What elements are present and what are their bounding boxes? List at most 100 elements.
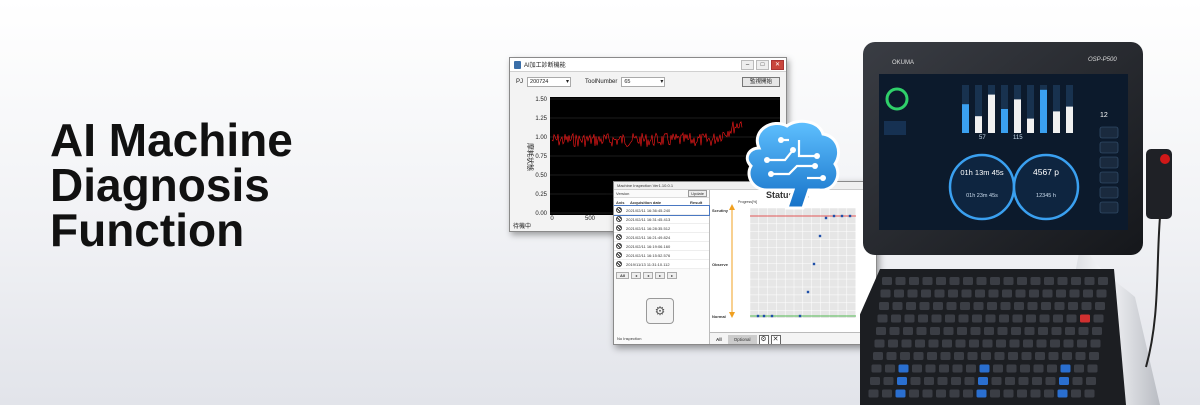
panel-key[interactable] [871, 364, 882, 373]
panel-key[interactable] [949, 389, 960, 398]
side-softkey[interactable] [1099, 126, 1119, 139]
panel-key[interactable] [1026, 314, 1036, 323]
panel-key[interactable] [972, 314, 982, 323]
close-icon[interactable]: ✕ [771, 59, 784, 70]
side-softkey[interactable] [1099, 141, 1119, 154]
panel-key[interactable] [1030, 277, 1041, 285]
panel-key[interactable] [954, 352, 964, 360]
panel-key[interactable] [1060, 364, 1071, 373]
minimize-icon[interactable]: – [741, 59, 754, 70]
panel-key[interactable] [924, 377, 934, 385]
panel-key[interactable] [915, 339, 925, 348]
panel-key[interactable] [967, 352, 978, 360]
panel-key[interactable] [1057, 277, 1068, 285]
panel-key[interactable] [1015, 289, 1026, 298]
panel-key[interactable] [936, 389, 946, 398]
panel-key[interactable] [1030, 389, 1041, 398]
panel-key[interactable] [945, 314, 955, 323]
panel-key[interactable] [930, 327, 940, 335]
panel-key[interactable] [903, 327, 913, 335]
panel-key[interactable] [885, 364, 895, 373]
start-monitor-button[interactable]: 監視開始 [742, 77, 780, 87]
panel-key[interactable] [1044, 277, 1054, 285]
panel-key[interactable] [870, 377, 880, 385]
panel-key[interactable] [907, 289, 918, 298]
panel-key[interactable] [1018, 377, 1029, 385]
tool-number-select[interactable]: 65 [621, 77, 666, 87]
filter-3[interactable]: ▸ [655, 271, 666, 279]
filter-2[interactable]: ◂ [643, 271, 654, 279]
pj-select[interactable]: 200724 [527, 77, 572, 87]
panel-key[interactable] [880, 289, 891, 298]
panel-key[interactable] [882, 277, 892, 285]
table-row[interactable]: 2021/02/11 16:31:45.413 [614, 215, 709, 224]
panel-key[interactable] [981, 352, 991, 360]
panel-key[interactable] [1069, 289, 1080, 298]
panel-key[interactable] [909, 277, 919, 285]
panel-key[interactable] [1017, 277, 1027, 285]
panel-key[interactable] [921, 289, 931, 298]
panel-key[interactable] [940, 352, 951, 360]
panel-key[interactable] [1062, 352, 1072, 360]
panel-key[interactable] [933, 302, 943, 310]
panel-key[interactable] [937, 377, 948, 385]
panel-key[interactable] [919, 302, 930, 310]
panel-key[interactable] [1009, 339, 1020, 348]
close-icon[interactable]: ✕ [770, 334, 781, 344]
panel-key[interactable] [985, 314, 996, 323]
panel-key[interactable] [1041, 302, 1051, 310]
filter-all[interactable]: All [616, 271, 630, 279]
panel-key[interactable] [949, 277, 960, 285]
panel-key[interactable] [886, 352, 897, 360]
panel-key[interactable] [1077, 339, 1087, 348]
panel-key[interactable] [1045, 377, 1056, 385]
panel-key[interactable] [1000, 302, 1011, 310]
panel-key[interactable] [952, 364, 963, 373]
table-row[interactable]: 2021/02/11 16:28:35.512 [614, 224, 709, 233]
panel-key[interactable] [895, 277, 906, 285]
panel-key[interactable] [925, 364, 936, 373]
panel-key[interactable] [1038, 327, 1048, 335]
panel-key[interactable] [1021, 352, 1032, 360]
panel-key[interactable] [1093, 314, 1104, 323]
panel-key[interactable] [918, 314, 928, 323]
panel-key[interactable] [961, 289, 972, 298]
panel-key[interactable] [996, 339, 1006, 348]
panel-key[interactable] [1098, 277, 1108, 285]
panel-key[interactable] [900, 352, 910, 360]
panel-key[interactable] [916, 327, 927, 335]
table-row[interactable]: 2021/02/11 16:15:52.576 [614, 251, 709, 260]
panel-key[interactable] [994, 352, 1005, 360]
panel-key[interactable] [1095, 302, 1105, 310]
panel-key[interactable] [1057, 389, 1068, 398]
tab-optional[interactable]: Optional [727, 335, 757, 344]
panel-key[interactable] [889, 327, 900, 335]
panel-key[interactable] [1048, 352, 1059, 360]
panel-key[interactable] [1066, 314, 1077, 323]
panel-key[interactable] [1014, 302, 1024, 310]
panel-key[interactable] [1071, 389, 1081, 398]
panel-key[interactable] [1096, 289, 1107, 298]
panel-key[interactable] [1086, 377, 1096, 385]
panel-key[interactable] [1051, 327, 1062, 335]
panel-key[interactable] [973, 302, 984, 310]
panel-key[interactable] [988, 289, 999, 298]
panel-key[interactable] [874, 339, 885, 348]
panel-key[interactable] [1024, 327, 1035, 335]
panel-key[interactable] [948, 289, 958, 298]
panel-key[interactable] [1065, 327, 1075, 335]
panel-key[interactable] [897, 377, 907, 385]
panel-key[interactable] [1050, 339, 1060, 348]
panel-key[interactable] [1011, 327, 1021, 335]
panel-key[interactable] [966, 364, 976, 373]
panel-key[interactable] [931, 314, 942, 323]
panel-key[interactable] [970, 327, 981, 335]
panel-key[interactable] [1084, 389, 1095, 398]
panel-key[interactable] [1027, 302, 1038, 310]
panel-key[interactable] [1072, 377, 1083, 385]
panel-key[interactable] [1035, 352, 1045, 360]
panel-key[interactable] [1071, 277, 1081, 285]
panel-key[interactable] [976, 277, 987, 285]
panel-key[interactable] [1033, 364, 1044, 373]
emergency-stop-button[interactable] [1160, 154, 1170, 164]
